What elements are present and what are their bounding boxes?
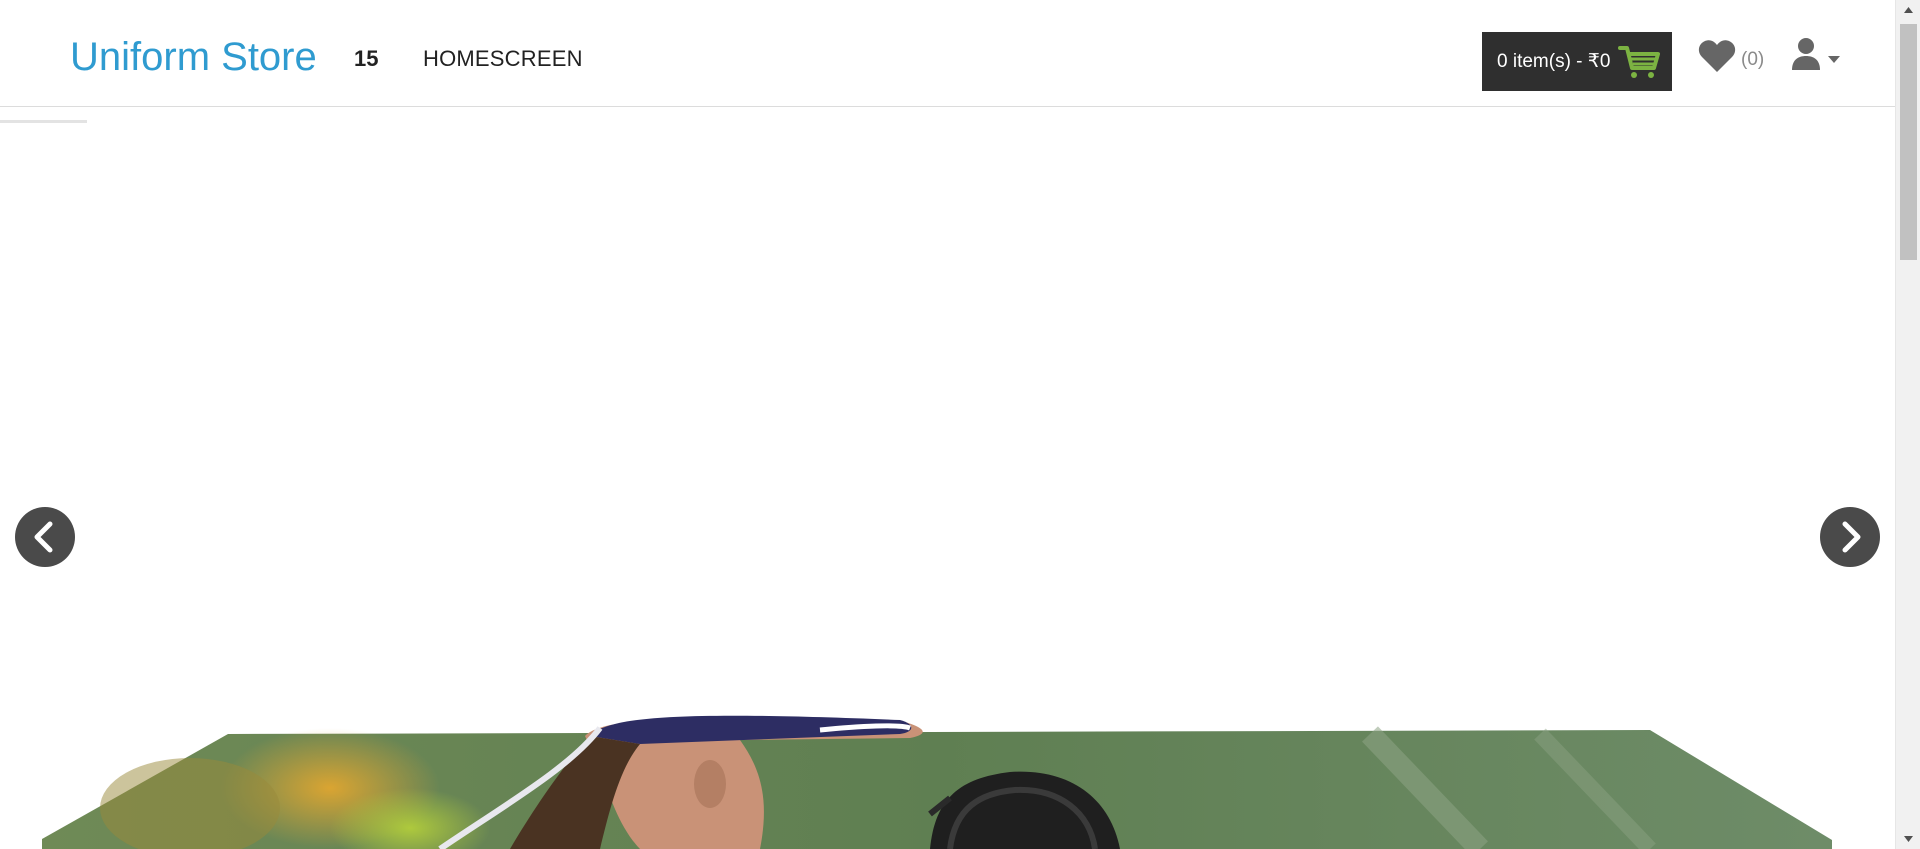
wishlist-link[interactable]: (0) bbox=[1697, 36, 1764, 76]
page-scrollbar[interactable] bbox=[1895, 0, 1920, 849]
store-logo[interactable]: Uniform Store bbox=[70, 34, 317, 80]
nav-item-homescreen[interactable]: HOMESCREEN bbox=[423, 46, 583, 72]
cart-icon bbox=[1618, 46, 1660, 78]
slide-image bbox=[42, 715, 1832, 849]
carousel-next-button[interactable] bbox=[1820, 507, 1880, 567]
heart-icon bbox=[1698, 40, 1736, 72]
cart-summary: 0 item(s) - ₹0 bbox=[1497, 51, 1611, 72]
site-header: Uniform Store 15 HOMESCREEN 0 item(s) - … bbox=[0, 0, 1895, 107]
page: Uniform Store 15 HOMESCREEN 0 item(s) - … bbox=[0, 0, 1920, 849]
slide-progress-bar bbox=[0, 120, 87, 123]
account-menu[interactable] bbox=[1790, 36, 1846, 76]
carousel-prev-button[interactable] bbox=[15, 507, 75, 567]
scroll-up-icon[interactable] bbox=[1896, 0, 1920, 20]
scroll-down-icon[interactable] bbox=[1896, 829, 1920, 849]
user-icon bbox=[1792, 38, 1820, 70]
wishlist-count: (0) bbox=[1741, 49, 1765, 70]
cart-button[interactable]: 0 item(s) - ₹0 bbox=[1482, 32, 1672, 91]
caret-down-icon bbox=[1828, 56, 1840, 63]
nav-item-15[interactable]: 15 bbox=[354, 46, 378, 72]
scroll-thumb[interactable] bbox=[1900, 24, 1917, 260]
chevron-right-icon bbox=[1842, 521, 1861, 553]
hero-carousel bbox=[0, 108, 1895, 849]
chevron-left-icon bbox=[34, 521, 53, 553]
